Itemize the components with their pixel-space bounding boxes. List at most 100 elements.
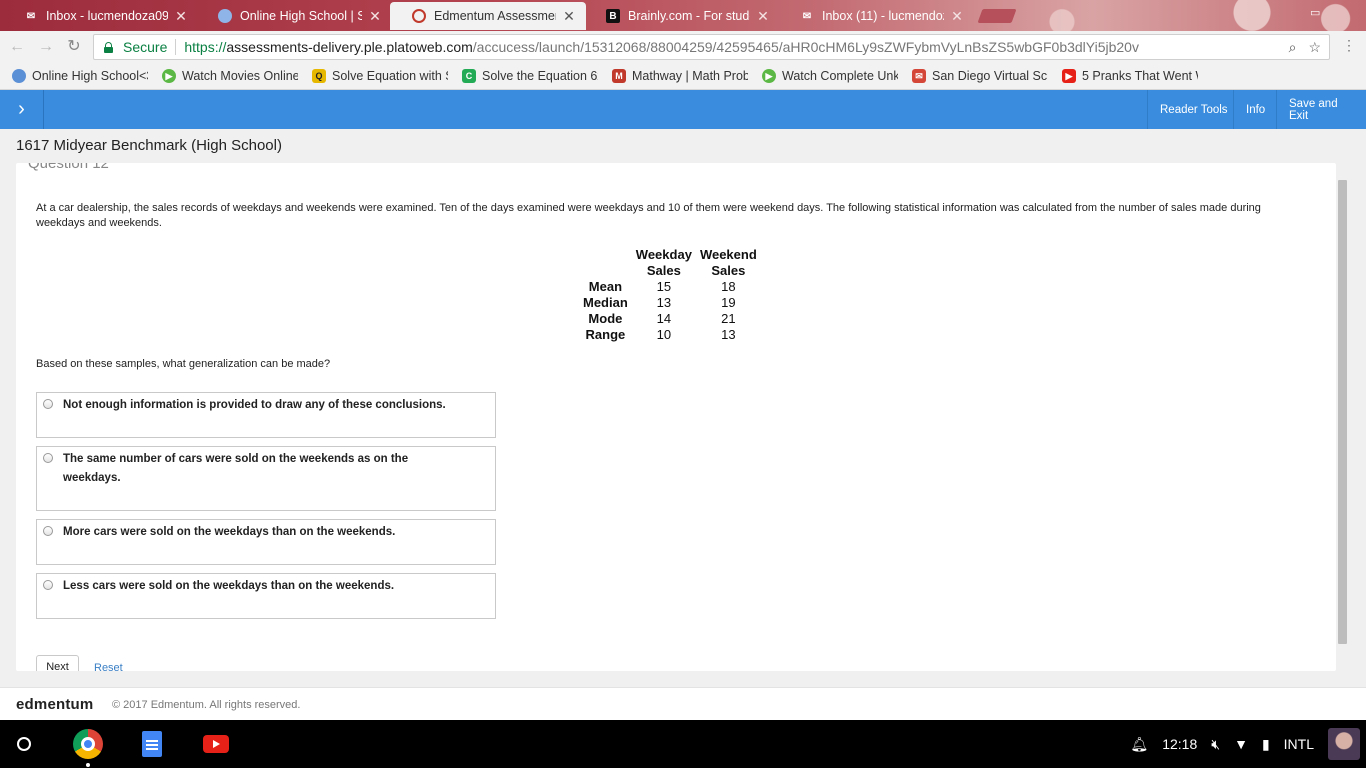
- url-protocol: https://: [184, 39, 227, 55]
- weekday-value: 15: [656, 279, 672, 294]
- reload-icon[interactable]: ↻: [65, 38, 83, 56]
- tab-edmentum-assessment[interactable]: Edmentum Assessment ✕: [390, 2, 586, 30]
- answer-choice-c[interactable]: More cars were sold on the weekdays than…: [36, 519, 496, 565]
- page-title: 1617 Midyear Benchmark (High School): [16, 137, 282, 154]
- info-button[interactable]: Info: [1233, 90, 1277, 129]
- tab-title: Online High School | San: [240, 9, 362, 23]
- google-docs-icon[interactable]: [142, 731, 162, 757]
- edmentum-logo: edmentum: [16, 696, 94, 713]
- bookmark-online-high-school[interactable]: Online High School<3: [12, 69, 148, 83]
- question-prompt: At a car dealership, the sales records o…: [36, 202, 1261, 229]
- answer-choice-d[interactable]: Less cars were sold on the weekdays than…: [36, 573, 496, 619]
- bookmark-solve-equation[interactable]: Q Solve Equation with S: [312, 69, 448, 83]
- row-label: Mode: [588, 311, 623, 326]
- back-icon[interactable]: ←: [8, 38, 26, 56]
- youtube-icon[interactable]: [203, 735, 229, 753]
- scrollbar-thumb[interactable]: [1338, 180, 1347, 644]
- tab-title: Inbox (11) - lucmendoza: [822, 9, 944, 23]
- address-bar[interactable]: Secure https:// assessments-delivery.ple…: [93, 34, 1330, 60]
- page-footer: edmentum © 2017 Edmentum. All rights res…: [0, 687, 1366, 720]
- forward-icon[interactable]: →: [37, 38, 55, 56]
- bookmark-solve-the-equation[interactable]: C Solve the Equation 6x: [462, 69, 598, 83]
- choice-label: Less cars were sold on the weekdays than…: [63, 580, 395, 592]
- battery-icon: ▮: [1261, 735, 1270, 752]
- bookmark-label: Watch Movies Online: [182, 69, 298, 83]
- bookmark-mathway[interactable]: M Mathway | Math Prob: [612, 69, 748, 83]
- answer-choice-b[interactable]: The same number of cars were sold on the…: [36, 446, 496, 511]
- zoom-icon[interactable]: ⌕: [1289, 39, 1297, 56]
- launcher-icon[interactable]: [17, 737, 31, 751]
- youtube-icon: ▶: [1062, 69, 1076, 83]
- tab-strip: ✉ Inbox - lucmendoza09@ ✕ Online High Sc…: [0, 0, 1366, 31]
- mathway-icon: M: [612, 69, 626, 83]
- play-icon: ▶: [762, 69, 776, 83]
- weekday-value: 13: [656, 295, 672, 310]
- q-icon: Q: [312, 69, 326, 83]
- close-icon[interactable]: ✕: [562, 8, 576, 25]
- play-icon: ▶: [162, 69, 176, 83]
- radio-button[interactable]: [43, 399, 53, 409]
- table-row: Mean 15 18: [579, 279, 761, 295]
- close-icon[interactable]: ✕: [756, 8, 770, 25]
- weekday-value: 10: [656, 327, 672, 342]
- gmail-icon: ✉: [912, 69, 926, 83]
- browser-menu-icon[interactable]: ⋮: [1342, 37, 1356, 54]
- window-minimize-icon[interactable]: ▭: [1310, 6, 1320, 19]
- system-tray[interactable]: 🔔︎ 12:18 🔇︎ ▼ ▮ INTL: [1130, 720, 1366, 768]
- bookmark-label: Solve the Equation 6x: [482, 69, 598, 83]
- next-button[interactable]: Next: [36, 655, 79, 671]
- brainly-icon: B: [606, 9, 620, 23]
- wifi-icon: ▼: [1234, 736, 1248, 752]
- new-tab-button[interactable]: [977, 9, 1017, 23]
- chrome-icon[interactable]: [73, 729, 103, 759]
- radio-button[interactable]: [43, 580, 53, 590]
- table-row: Mode 14 21: [579, 311, 761, 327]
- tab-inbox-11[interactable]: ✉ Inbox (11) - lucmendoza ✕: [778, 2, 974, 30]
- bookmark-5-pranks[interactable]: ▶ 5 Pranks That Went W: [1062, 69, 1198, 83]
- weekday-value: 14: [656, 311, 672, 326]
- column-header-weekend: Weekend Sales: [699, 247, 757, 278]
- running-indicator: [86, 763, 90, 767]
- close-icon[interactable]: ✕: [174, 8, 188, 25]
- os-shelf: 🔔︎ 12:18 🔇︎ ▼ ▮ INTL: [0, 720, 1366, 768]
- app-header: › Reader Tools Info Save and Exit: [0, 90, 1366, 129]
- weekend-value: 18: [721, 279, 736, 294]
- tab-brainly[interactable]: B Brainly.com - For studen ✕: [584, 2, 780, 30]
- radio-button[interactable]: [43, 526, 53, 536]
- reader-tools-button[interactable]: Reader Tools: [1147, 90, 1240, 129]
- tab-online-high-school[interactable]: Online High School | San ✕: [196, 2, 392, 30]
- close-icon[interactable]: ✕: [950, 8, 964, 25]
- divider: [175, 39, 177, 55]
- input-method[interactable]: INTL: [1284, 736, 1314, 752]
- close-icon[interactable]: ✕: [368, 8, 382, 25]
- radio-button[interactable]: [43, 453, 53, 463]
- avatar[interactable]: [1328, 728, 1360, 760]
- secure-label: Secure: [123, 39, 168, 55]
- bookmark-watch-movies[interactable]: ▶ Watch Movies Online: [162, 69, 298, 83]
- save-and-exit-button[interactable]: Save and Exit: [1276, 90, 1366, 129]
- row-label: Mean: [588, 279, 623, 294]
- expand-sidebar-icon[interactable]: ›: [0, 90, 44, 129]
- weekend-value: 21: [721, 311, 736, 326]
- bookmark-label: San Diego Virtual Sch: [932, 69, 1048, 83]
- tab-title: Brainly.com - For studen: [628, 9, 750, 23]
- notification-bell-icon[interactable]: 🔔︎: [1130, 736, 1148, 753]
- bookmark-watch-complete[interactable]: ▶ Watch Complete Unk: [762, 69, 898, 83]
- choice-label: The same number of cars were sold on the…: [63, 453, 409, 484]
- column-header-weekday: Weekday Sales: [635, 247, 692, 278]
- bookmarks-bar: Online High School<3 ▶ Watch Movies Onli…: [0, 63, 1366, 90]
- tab-inbox[interactable]: ✉ Inbox - lucmendoza09@ ✕: [2, 2, 198, 30]
- copyright-text: © 2017 Edmentum. All rights reserved.: [112, 699, 301, 711]
- statistics-table: Weekday Sales Weekend Sales Mean 15 18 M…: [579, 247, 761, 343]
- bookmark-label: Watch Complete Unk: [782, 69, 898, 83]
- browser-toolbar: ← → ↻ Secure https:// assessments-delive…: [0, 31, 1366, 63]
- answer-choice-a[interactable]: Not enough information is provided to dr…: [36, 392, 496, 438]
- bookmark-san-diego-virtual[interactable]: ✉ San Diego Virtual Sch: [912, 69, 1048, 83]
- weekend-value: 19: [721, 295, 736, 310]
- clock[interactable]: 12:18: [1162, 736, 1197, 752]
- reset-link[interactable]: Reset: [94, 662, 123, 671]
- row-label: Range: [585, 327, 626, 342]
- tab-title: Edmentum Assessment: [434, 9, 556, 23]
- gmail-icon: ✉: [802, 10, 812, 22]
- bookmark-star-icon[interactable]: ☆: [1308, 39, 1321, 56]
